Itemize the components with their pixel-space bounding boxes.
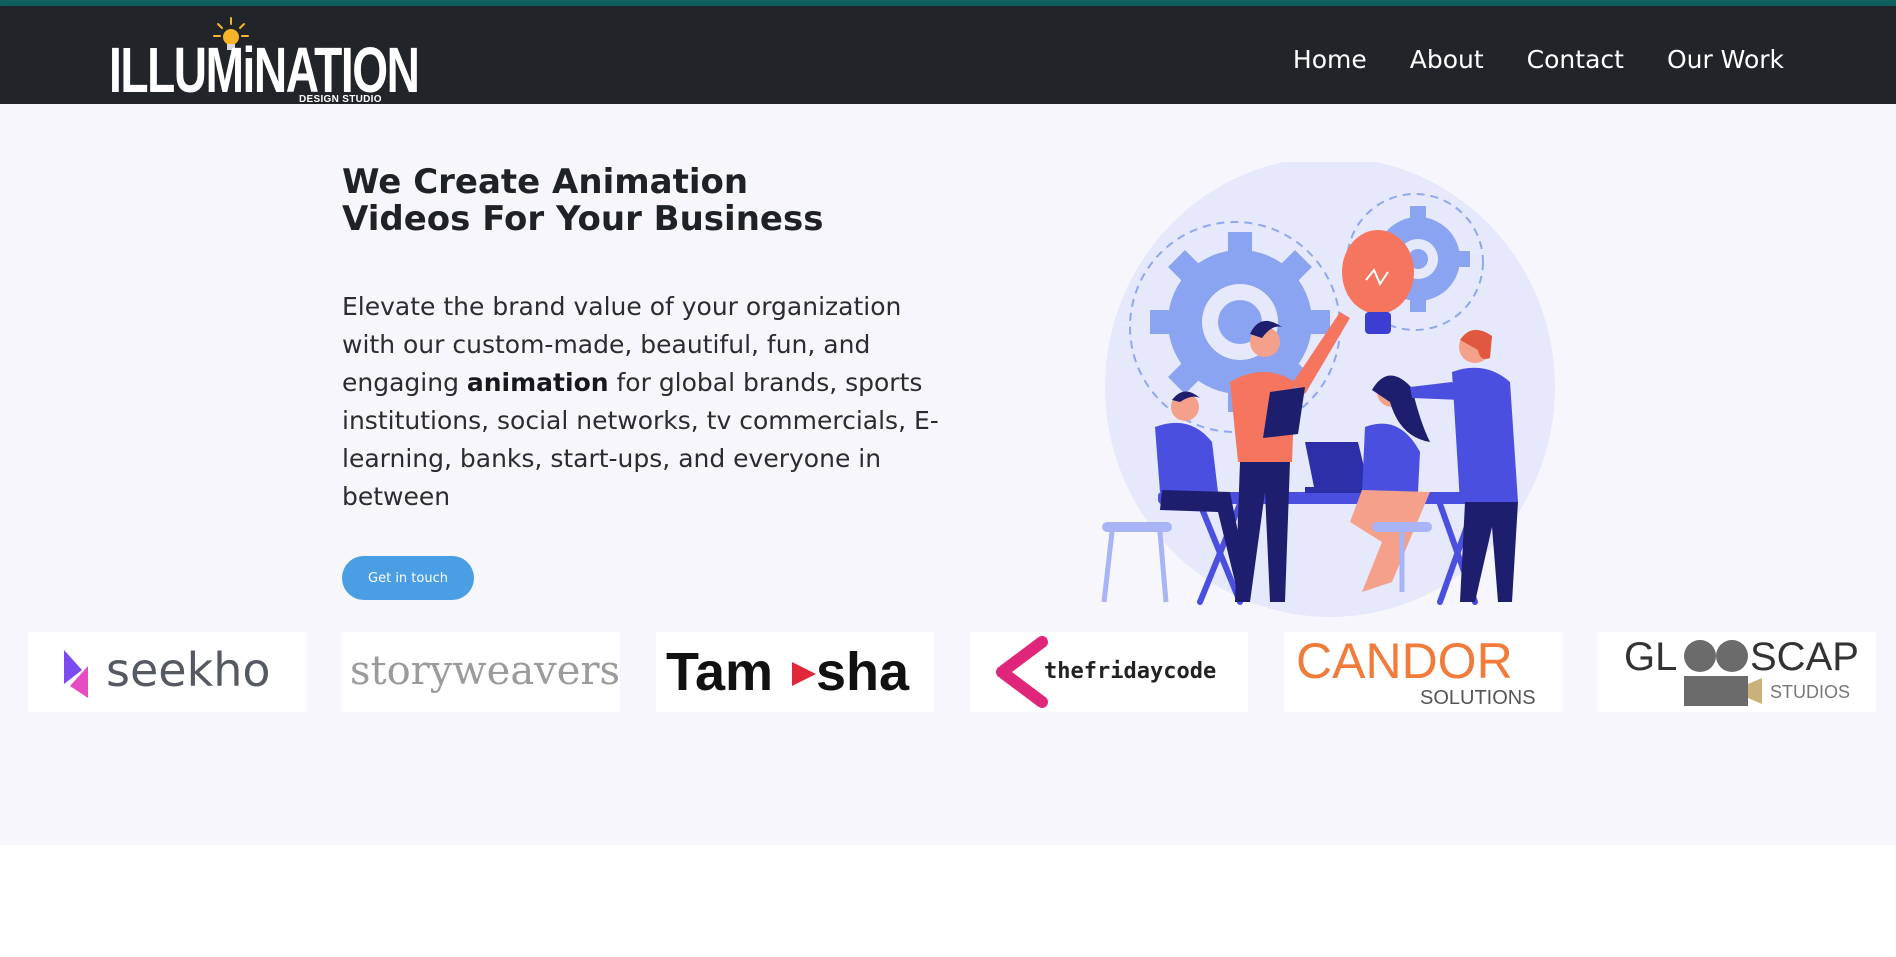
storyweavers-text: storyweavers	[350, 648, 620, 694]
team-brainstorm-illustration	[1101, 162, 1555, 617]
glooscap-text-right: SCAP	[1750, 635, 1859, 679]
nav-contact[interactable]: Contact	[1527, 40, 1624, 80]
page-bottom-area	[0, 845, 1896, 957]
candor-text: CANDOR	[1296, 633, 1513, 689]
nav-about[interactable]: About	[1410, 40, 1484, 80]
navbar: ILLUMiNATION DESIGN STUDIO Home About Co…	[0, 6, 1896, 105]
candor-sub-text: SOLUTIONS	[1420, 687, 1536, 709]
client-logos-strip: seekho storyweavers Tam sha thefridaycod…	[0, 632, 1896, 716]
client-logo-thefridaycode: thefridaycode	[970, 632, 1248, 712]
brand-name: ILLUMiNATION	[109, 34, 420, 106]
hero-title-line-1: We Create Animation	[342, 162, 749, 202]
glooscap-sub-text: STUDIOS	[1770, 682, 1850, 702]
brand-logo[interactable]: ILLUMiNATION DESIGN STUDIO	[106, 16, 420, 108]
tamasha-text-left: Tam	[666, 642, 773, 702]
client-logo-candor: CANDOR SOLUTIONS	[1284, 632, 1562, 712]
client-logo-glooscap: GL SCAP STUDIOS	[1598, 632, 1876, 712]
nav-our-work[interactable]: Our Work	[1667, 40, 1784, 80]
main-nav: Home About Contact Our Work	[1293, 40, 1784, 80]
hero-title-line-2: Videos For Your Business	[342, 199, 824, 239]
nav-home[interactable]: Home	[1293, 40, 1367, 80]
client-logo-storyweavers: storyweavers	[342, 632, 620, 712]
seekho-text: seekho	[106, 643, 271, 697]
thefridaycode-text: thefridaycode	[1044, 659, 1216, 684]
get-in-touch-button[interactable]: Get in touch	[342, 556, 474, 600]
glooscap-text-left: GL	[1624, 635, 1677, 679]
client-logo-seekho: seekho	[28, 632, 306, 712]
hero-description: Elevate the brand value of your organiza…	[342, 288, 942, 516]
client-logo-tamasha: Tam sha	[656, 632, 934, 712]
hero-section: We Create Animation Videos For Your Busi…	[0, 104, 1896, 845]
hero-desc-bold: animation	[466, 368, 609, 397]
hero-title: We Create Animation Videos For Your Busi…	[342, 164, 862, 238]
tamasha-text-right: sha	[816, 642, 910, 702]
